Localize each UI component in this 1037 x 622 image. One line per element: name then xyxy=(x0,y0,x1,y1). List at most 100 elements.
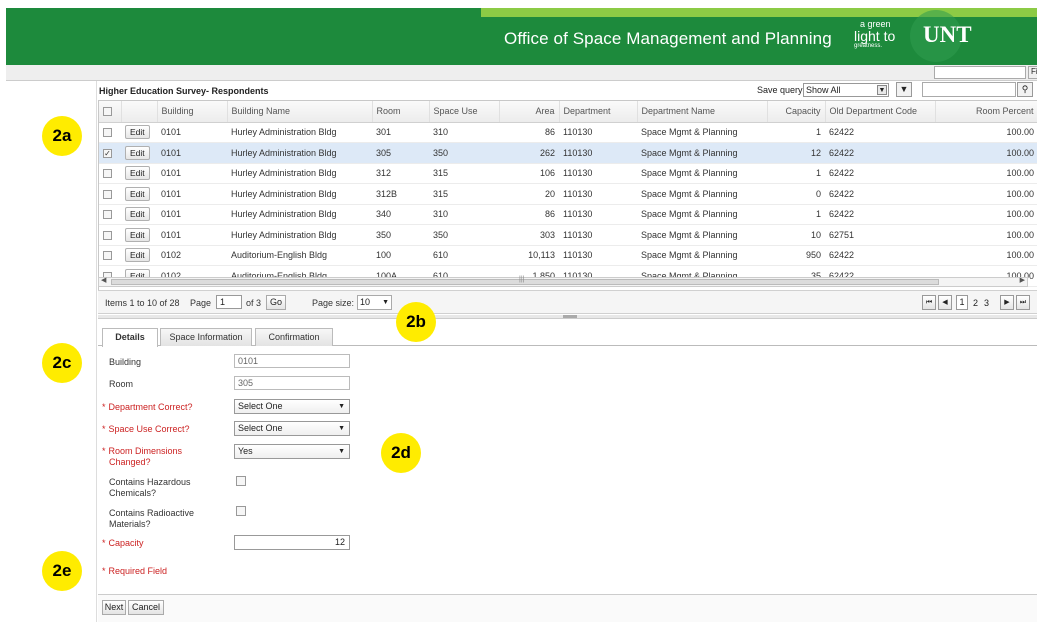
row-checkbox[interactable] xyxy=(103,189,112,199)
edit-button[interactable]: Edit xyxy=(125,207,150,222)
col-capacity[interactable]: Capacity xyxy=(767,101,826,123)
col-building[interactable]: Building xyxy=(157,101,228,123)
col-department-name[interactable]: Department Name xyxy=(637,101,768,123)
scrollbar-thumb[interactable] xyxy=(111,279,939,285)
scroll-left-icon[interactable]: ◀ xyxy=(101,276,106,284)
cell-area: 86 xyxy=(499,204,559,225)
cell-building-name: Auditorium-English Bldg xyxy=(227,245,372,266)
cell-building-name: Hurley Administration Bldg xyxy=(227,122,372,143)
row-checkbox[interactable] xyxy=(103,230,112,240)
cell-department: 110130 xyxy=(559,245,637,266)
cell-capacity: 12 xyxy=(767,142,825,164)
edit-button[interactable]: Edit xyxy=(125,186,150,201)
cell-area: 262 xyxy=(499,142,559,164)
search-input[interactable] xyxy=(922,82,1016,97)
chevron-down-icon: ▼ xyxy=(877,85,887,95)
capacity-label: * Capacity xyxy=(102,538,144,548)
row-checkbox[interactable] xyxy=(103,210,112,220)
panel-splitter[interactable] xyxy=(98,315,1037,319)
cell-building: 0101 xyxy=(157,224,227,246)
edit-button[interactable]: Edit xyxy=(125,125,150,140)
table-row[interactable]: Edit 0101 Hurley Administration Bldg 312B 31… xyxy=(99,183,1037,205)
table-row[interactable]: Edit 0102 Auditorium-English Bldg 100 610 10,… xyxy=(99,245,1037,266)
col-room[interactable]: Room xyxy=(372,101,430,123)
search-button[interactable]: ⚲ xyxy=(1017,82,1033,97)
page-link-1[interactable]: 1 xyxy=(956,295,968,310)
cell-building-name: Hurley Administration Bldg xyxy=(227,183,372,205)
page-link-2[interactable]: 2 xyxy=(973,298,978,308)
detail-tabs: Details Space Information Confirmation xyxy=(98,328,1037,347)
tab-details[interactable]: Details xyxy=(102,328,158,347)
cell-department: 110130 xyxy=(559,224,637,246)
last-page-button[interactable]: ⏭ xyxy=(1016,295,1030,310)
scroll-grip-icon: ||| xyxy=(519,276,525,283)
radioactive-checkbox[interactable] xyxy=(236,506,246,516)
edit-button[interactable]: Edit xyxy=(125,248,150,263)
room-label: Room xyxy=(109,379,134,389)
page-size-select[interactable]: 10 ▼ xyxy=(357,295,392,310)
go-button[interactable]: Go xyxy=(266,295,286,310)
edit-button[interactable]: Edit xyxy=(125,227,150,242)
next-button[interactable]: Next xyxy=(102,600,126,615)
page-input[interactable]: 1 xyxy=(216,295,242,309)
table-row[interactable]: Edit 0101 Hurley Administration Bldg 301 310… xyxy=(99,122,1037,143)
hazardous-checkbox[interactable] xyxy=(236,476,246,486)
select-all-header[interactable] xyxy=(99,101,122,123)
row-checkbox[interactable] xyxy=(103,251,112,261)
cell-area: 10,113 xyxy=(499,245,559,266)
cell-room: 301 xyxy=(372,122,429,143)
tab-space-information[interactable]: Space Information xyxy=(160,328,252,346)
prev-page-button[interactable]: ◀ xyxy=(938,295,952,310)
callout-2b: 2b xyxy=(396,302,436,342)
find-button[interactable]: Fin xyxy=(1028,66,1037,79)
next-page-button[interactable]: ▶ xyxy=(1000,295,1014,310)
first-page-button[interactable]: ⏮ xyxy=(922,295,936,310)
col-space-use[interactable]: Space Use xyxy=(429,101,500,123)
page-of-text: of 3 xyxy=(246,298,262,308)
table-row[interactable]: Edit 0101 Hurley Administration Bldg 340 310… xyxy=(99,204,1037,225)
cell-building: 0101 xyxy=(157,142,227,164)
col-department[interactable]: Department xyxy=(559,101,638,123)
splitter-handle[interactable] xyxy=(563,315,577,318)
row-checkbox[interactable] xyxy=(103,128,112,138)
table-row[interactable]: Edit 0101 Hurley Administration Bldg 350 350… xyxy=(99,224,1037,246)
select-all-checkbox[interactable] xyxy=(103,107,112,117)
cell-room-percent: 100.00 xyxy=(935,204,1037,225)
cell-space-use: 350 xyxy=(429,224,499,246)
find-input[interactable] xyxy=(934,66,1026,79)
cell-old-dept-code: 62422 xyxy=(825,163,935,184)
page-link-3[interactable]: 3 xyxy=(984,298,989,308)
table-row[interactable]: ✓ Edit 0101 Hurley Administration Bldg 305 35… xyxy=(99,142,1037,164)
scroll-right-icon[interactable]: ▶ xyxy=(1020,276,1025,284)
cell-capacity: 0 xyxy=(767,183,825,205)
radioactive-label: Contains Radioactive Materials? xyxy=(109,508,195,529)
col-room-percent[interactable]: Room Percent xyxy=(935,101,1037,123)
cell-room-percent: 100.00 xyxy=(935,163,1037,184)
edit-button[interactable]: Edit xyxy=(125,166,150,181)
unt-logo: UNT xyxy=(923,22,972,47)
filter-icon: ▼ xyxy=(899,84,909,94)
col-area[interactable]: Area xyxy=(499,101,560,123)
filter-button[interactable]: ▼ xyxy=(896,82,912,97)
capacity-field[interactable]: 12 xyxy=(234,535,350,550)
horizontal-scrollbar[interactable]: ◀ ||| ▶ xyxy=(98,276,1028,287)
cell-room: 350 xyxy=(372,224,429,246)
tab-confirmation[interactable]: Confirmation xyxy=(255,328,333,346)
cancel-button[interactable]: Cancel xyxy=(128,600,164,615)
table-row[interactable]: Edit 0101 Hurley Administration Bldg 312 315… xyxy=(99,163,1037,184)
page-label: Page xyxy=(190,298,212,308)
edit-button[interactable]: Edit xyxy=(125,145,150,160)
building-field: 0101 xyxy=(234,354,350,368)
row-checkbox[interactable]: ✓ xyxy=(103,148,112,158)
cell-old-dept-code: 62422 xyxy=(825,245,935,266)
cell-space-use: 610 xyxy=(429,245,499,266)
cell-room-percent: 100.00 xyxy=(935,183,1037,205)
col-old-dept-code[interactable]: Old Department Code xyxy=(825,101,936,123)
room-dimensions-select[interactable]: Yes ▼ xyxy=(234,444,350,459)
space-use-correct-select[interactable]: Select One ▼ xyxy=(234,421,350,436)
header-banner: Office of Space Management and Planning … xyxy=(6,8,1037,65)
row-checkbox[interactable] xyxy=(103,169,112,179)
dept-correct-select[interactable]: Select One ▼ xyxy=(234,399,350,414)
save-query-select[interactable]: Show All ▼ xyxy=(803,83,889,97)
col-building-name[interactable]: Building Name xyxy=(227,101,373,123)
